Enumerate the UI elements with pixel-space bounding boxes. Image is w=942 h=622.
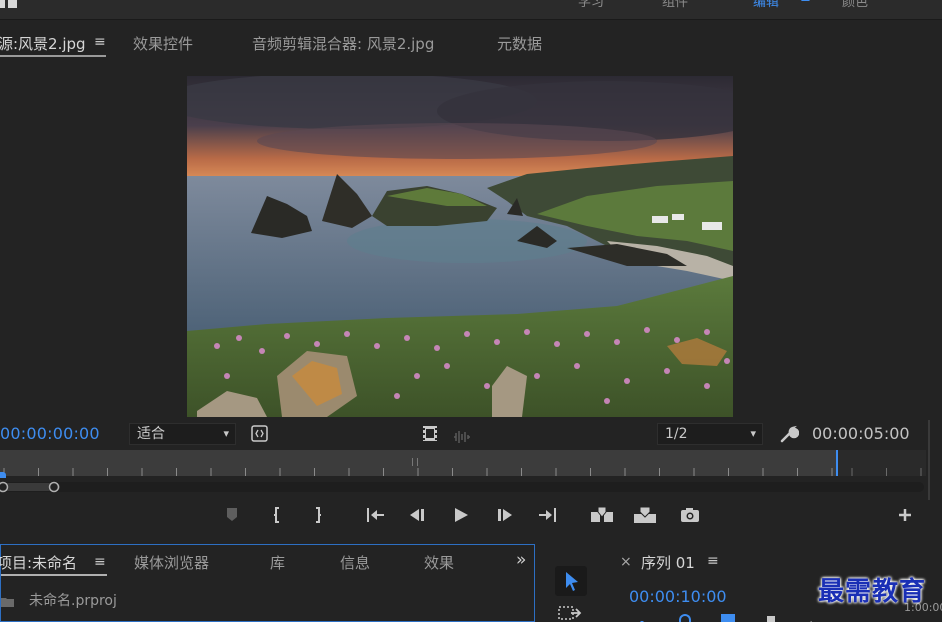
active-tab-underline: [1, 574, 107, 576]
track-select-tool-icon[interactable]: [557, 604, 583, 622]
source-time-ruler[interactable]: [0, 450, 838, 476]
project-panel: 项目:未命名 ≡ 媒体浏览器 库 信息 效果 » 未命名.prproj: [0, 544, 535, 622]
project-panel-tabs: 项目:未命名 ≡ 媒体浏览器 库 信息 效果 »: [0, 545, 534, 579]
watermark-logo: 最需教育: [818, 577, 927, 607]
insert-icon[interactable]: [590, 506, 614, 526]
tab-metadata[interactable]: 元数据: [497, 33, 542, 54]
fit-select-value: 适合: [137, 426, 165, 442]
source-preview-image: [187, 76, 733, 417]
wrench-icon[interactable]: [780, 424, 800, 447]
resolution-select-value: 1/2: [665, 426, 688, 442]
panel-divider: [928, 420, 930, 500]
tab-audio-clip-mixer[interactable]: 音频剪辑混合器: 风景2.jpg: [252, 33, 434, 54]
mark-in-icon[interactable]: [270, 506, 294, 526]
panel-menu-icon[interactable]: ≡: [707, 553, 719, 569]
sequence-timecode[interactable]: 00:00:10:00: [629, 587, 727, 606]
chevron-down-icon: ▾: [750, 427, 756, 440]
panel-menu-icon[interactable]: ≡: [94, 34, 106, 50]
tab-effect-controls[interactable]: 效果控件: [133, 33, 193, 54]
tools-panel: [543, 544, 599, 622]
tab-source[interactable]: 源:风景2.jpg: [0, 33, 86, 54]
go-to-out-icon[interactable]: [537, 506, 561, 526]
panel-menu-icon[interactable]: ≡: [94, 554, 106, 570]
overwrite-icon[interactable]: [633, 506, 657, 526]
tab-libraries[interactable]: 库: [270, 552, 285, 573]
add-button-icon[interactable]: [896, 506, 920, 526]
marker-icon[interactable]: [224, 506, 248, 526]
tab-project[interactable]: 项目:未命名: [0, 552, 77, 573]
export-frame-icon[interactable]: [680, 506, 704, 526]
selection-arrow-icon: [566, 572, 578, 591]
tab-info[interactable]: 信息: [340, 552, 370, 573]
project-file-icon: [1, 593, 15, 612]
tab-media-browser[interactable]: 媒体浏览器: [134, 552, 209, 573]
selection-tool[interactable]: [555, 566, 587, 596]
source-monitor-tabs: 源:风景2.jpg ≡ 效果控件 音频剪辑混合器: 风景2.jpg 元数据: [0, 24, 942, 62]
workspace-bar: 学习 组件 编辑 ≡ 颜色: [0, 0, 942, 20]
duration-timecode: 00:00:05:00: [812, 424, 910, 443]
step-back-icon[interactable]: [407, 506, 431, 526]
timeline-marker-icon[interactable]: [767, 616, 775, 622]
linked-selection-icon[interactable]: [679, 614, 691, 622]
out-point-marker[interactable]: [836, 450, 838, 476]
snap-icon[interactable]: [635, 614, 649, 622]
transport-controls: [0, 500, 942, 532]
source-monitor-controls: 00:00:00:00 适合 ▾ 1/2 ▾ 00:00:05:00: [0, 420, 942, 500]
tab-effects[interactable]: 效果: [424, 552, 454, 573]
project-file-name[interactable]: 未命名.prproj: [29, 590, 117, 610]
workspace-menu-icon[interactable]: ≡: [800, 0, 811, 6]
drag-video-only-icon[interactable]: [422, 425, 438, 446]
workspace-tab-editing[interactable]: 编辑: [753, 0, 779, 10]
sequence-tab-title[interactable]: 序列 01: [641, 552, 695, 573]
insert-frame-icon[interactable]: [251, 425, 268, 446]
play-icon[interactable]: [451, 506, 475, 526]
go-to-in-icon[interactable]: [364, 506, 388, 526]
ruler-out-of-range: [838, 450, 926, 476]
drag-audio-only-icon[interactable]: [453, 428, 471, 447]
workspace-tab-learn[interactable]: 学习: [578, 0, 604, 10]
fit-select[interactable]: 适合 ▾: [129, 423, 236, 445]
timeline-settings-icon[interactable]: [803, 614, 815, 622]
zoom-scrollbar[interactable]: [0, 478, 924, 493]
resolution-select[interactable]: 1/2 ▾: [657, 423, 763, 445]
workspace-tab-assembly[interactable]: 组件: [662, 0, 688, 10]
ruler-ticks: [3, 468, 833, 476]
active-tab-underline: [0, 55, 106, 57]
app-logo-icon: [0, 0, 18, 8]
panel-overflow-icon[interactable]: »: [516, 550, 526, 570]
work-area-grip-icon[interactable]: [412, 458, 418, 466]
workspace-tab-color[interactable]: 颜色: [842, 0, 868, 10]
step-forward-icon[interactable]: [495, 506, 519, 526]
add-marker-icon[interactable]: [721, 614, 735, 622]
current-timecode[interactable]: 00:00:00:00: [0, 424, 100, 443]
mark-out-icon[interactable]: [309, 506, 333, 526]
chevron-down-icon: ▾: [223, 427, 229, 440]
close-tab-icon[interactable]: ×: [620, 554, 632, 570]
